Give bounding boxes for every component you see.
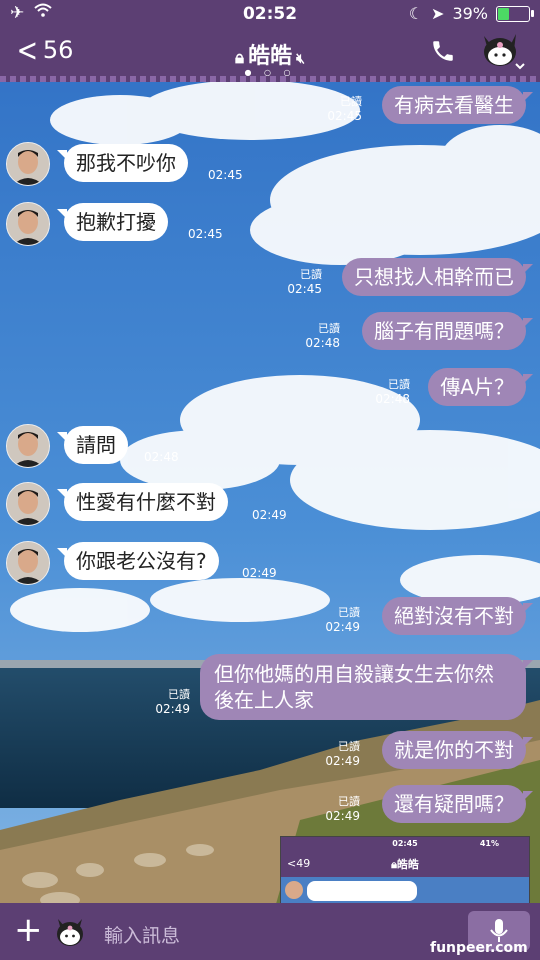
message-meta: 已讀 02:49 bbox=[155, 688, 190, 716]
message-bubble-outgoing[interactable]: 但你他媽的用自殺讓女生去你然後在上人家 bbox=[200, 654, 533, 720]
plus-icon[interactable]: + bbox=[14, 913, 43, 947]
message-bubble-incoming[interactable]: 性愛有什麼不對 bbox=[57, 483, 228, 521]
chat-screen: ✈ 02:52 ☾ ➤ 39% < 56 🔒︎ 皓皓 🔇︎ ● ○ ○ 已讀 0… bbox=[0, 0, 540, 960]
message-list: 已讀 02:45 有病去看醫生 那我不吵你 02:45 抱歉打擾 02:45 已… bbox=[0, 0, 540, 960]
message-bubble-outgoing[interactable]: 只想找人相幹而已 bbox=[342, 258, 533, 296]
message-bubble-outgoing[interactable]: 腦子有問題嗎？ bbox=[362, 312, 533, 350]
message-meta: 已讀 02:48 bbox=[375, 378, 410, 406]
thumb-status-time: 02:45 bbox=[392, 839, 418, 848]
message-bubble-incoming[interactable]: 抱歉打擾 bbox=[57, 203, 168, 241]
message-meta: 已讀 02:48 bbox=[305, 322, 340, 350]
message-bubble-outgoing[interactable]: 就是你的不對 bbox=[382, 731, 533, 769]
message-time: 02:49 bbox=[242, 566, 277, 580]
watermark: funpeer.com bbox=[430, 940, 528, 956]
contact-avatar[interactable] bbox=[6, 202, 50, 246]
thumb-bubble bbox=[307, 881, 417, 901]
thumb-avatar bbox=[285, 881, 303, 899]
message-time: 02:49 bbox=[252, 508, 287, 522]
message-bubble-outgoing[interactable]: 還有疑問嗎？ bbox=[382, 785, 533, 823]
message-meta: 已讀 02:45 bbox=[287, 268, 322, 296]
message-meta: 已讀 02:49 bbox=[325, 795, 360, 823]
contact-avatar[interactable] bbox=[6, 541, 50, 585]
message-bubble-incoming[interactable]: 請問 bbox=[57, 426, 128, 464]
message-bubble-outgoing[interactable]: 絕對沒有不對 bbox=[382, 597, 533, 635]
message-input[interactable]: 輸入訊息 bbox=[104, 921, 180, 948]
message-time: 02:48 bbox=[144, 450, 179, 464]
sticker-icon[interactable] bbox=[54, 917, 86, 949]
message-meta: 已讀 02:49 bbox=[325, 740, 360, 768]
contact-avatar[interactable] bbox=[6, 142, 50, 186]
contact-avatar[interactable] bbox=[6, 424, 50, 468]
contact-avatar[interactable] bbox=[6, 482, 50, 526]
message-time: 02:45 bbox=[188, 227, 223, 241]
message-bubble-outgoing[interactable]: 傳A片？ bbox=[428, 368, 533, 406]
image-message-thumbnail[interactable]: 02:45 41% <49 🔒︎皓皓 bbox=[280, 836, 530, 908]
message-time: 02:45 bbox=[208, 168, 243, 182]
thumb-battery-percent: 41% bbox=[479, 839, 499, 848]
message-bubble-outgoing[interactable]: 有病去看醫生 bbox=[382, 86, 533, 124]
message-bubble-incoming[interactable]: 那我不吵你 bbox=[57, 144, 188, 182]
message-meta: 已讀 02:45 bbox=[327, 95, 362, 123]
message-meta: 已讀 02:49 bbox=[325, 606, 360, 634]
thumb-title: 🔒︎皓皓 bbox=[391, 858, 419, 871]
message-bubble-incoming[interactable]: 你跟老公沒有? bbox=[57, 542, 219, 580]
